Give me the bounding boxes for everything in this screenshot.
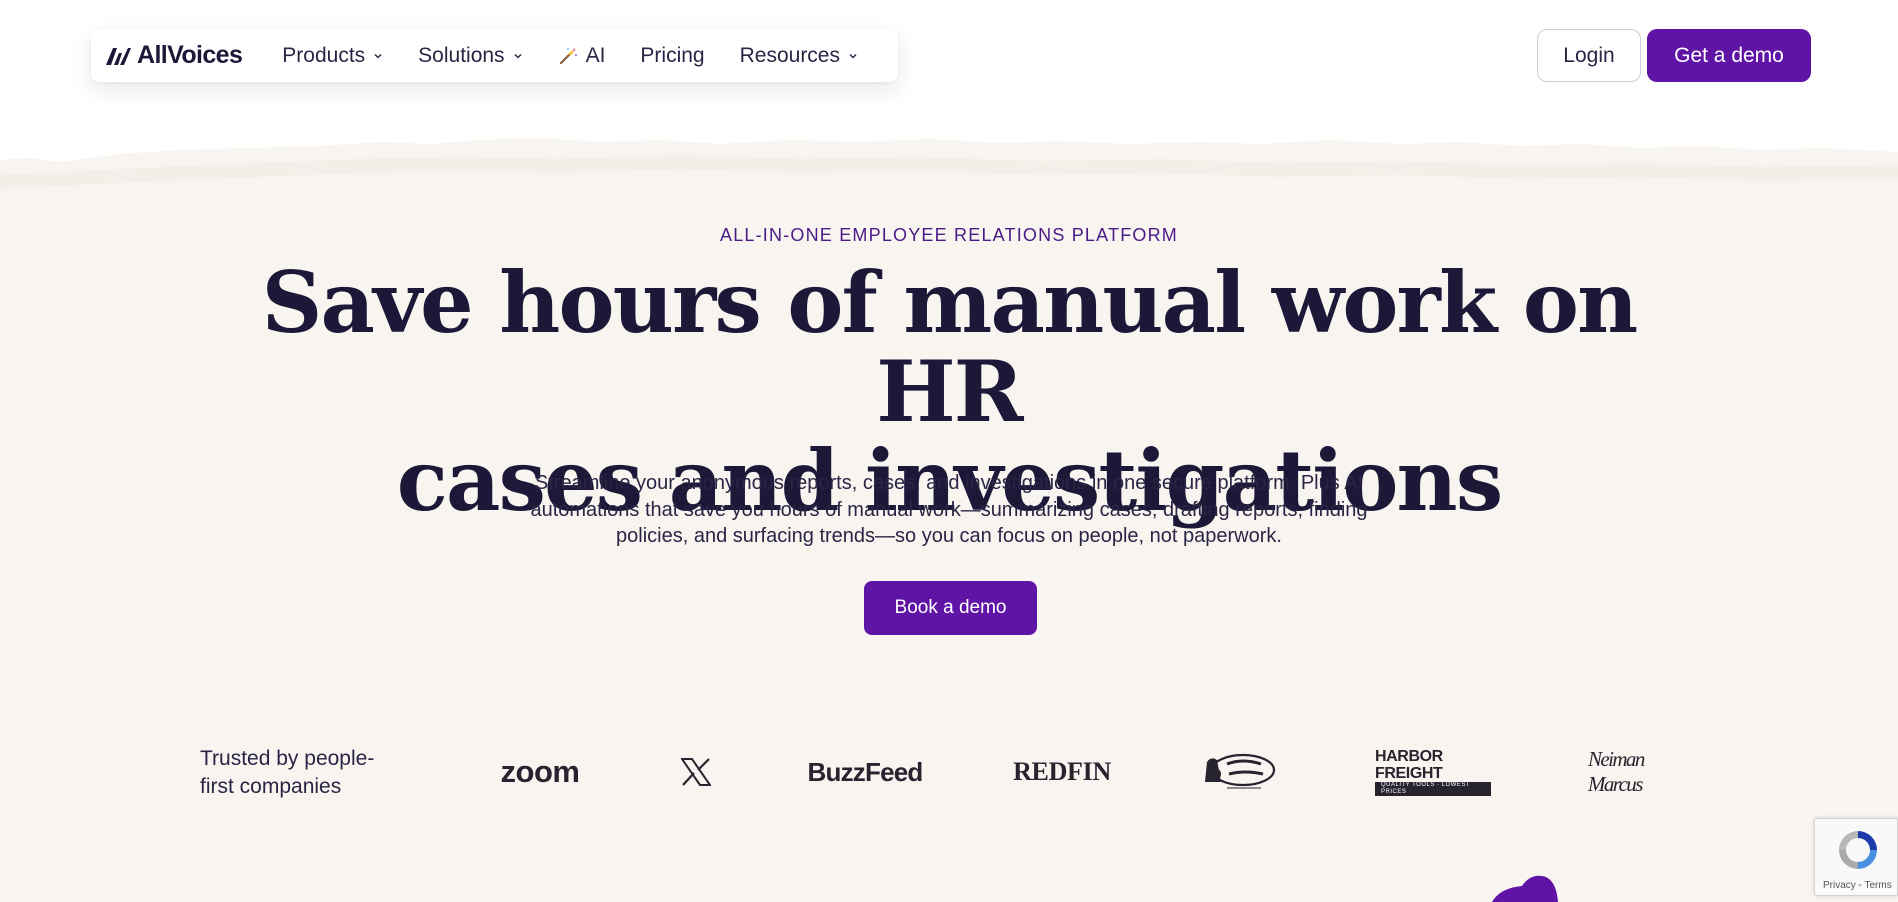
hero-subcopy-line-1: Streamline your anonymous reports, cases… [534,472,1364,494]
logo-text: AllVoices [137,41,243,69]
nav-pricing[interactable]: Pricing [640,44,704,68]
trusted-by-label: Trusted by people- first companies [200,745,400,801]
nav-solutions[interactable]: Solutions [418,44,522,68]
login-button[interactable]: Login [1537,29,1641,82]
chevron-down-icon [374,53,382,58]
magic-wand-icon [559,47,577,64]
x-logo-icon [681,758,711,786]
zoom-logo: zoom [500,754,580,789]
nav-ai[interactable]: AI [558,43,606,68]
harbor-freight-logo: HARBOR FREIGHT QUALITY TOOLS · LOWEST PR… [1375,748,1491,796]
harbor-freight-tagline: QUALITY TOOLS · LOWEST PRICES [1375,782,1491,796]
get-a-demo-button[interactable]: Get a demo [1647,29,1811,82]
nav-resources-label: Resources [739,43,840,67]
recaptcha-icon [1839,831,1877,869]
chevron-down-icon [849,53,857,58]
recaptcha-badge[interactable]: Privacy - Terms [1814,818,1898,896]
cracker-barrel-logo-icon [1205,753,1276,789]
main-navigation: AllVoices Products Solutions AI Pricing … [91,29,898,82]
decorative-blob-shape [1492,875,1558,902]
harbor-freight-wordmark: HARBOR FREIGHT [1375,748,1443,782]
hero-subcopy: Streamline your anonymous reports, cases… [500,470,1398,550]
buzzfeed-logo: BuzzFeed [807,756,924,787]
nav-ai-label: AI [585,43,606,67]
hero-headline-line-1: Save hours of manual work on HR [261,253,1639,441]
redfin-logo: REDFIN [1013,757,1111,786]
nav-pricing-label: Pricing [640,43,705,67]
hero-eyebrow: ALL-IN-ONE EMPLOYEE RELATIONS PLATFORM [719,225,1179,245]
x-logo [680,752,712,792]
hero-subcopy-line-3: policies, and surfacing trends—so you ca… [616,525,1282,547]
nav-products-label: Products [282,43,366,67]
hero-subcopy-line-2: automations that save you hours of manua… [530,498,1368,521]
nav-solutions-label: Solutions [418,43,505,67]
neiman-marcus-logo: Neiman Marcus [1588,747,1645,796]
book-a-demo-button[interactable]: Book a demo [864,581,1037,635]
nav-resources[interactable]: Resources [740,44,858,68]
trusted-by-line-2: first companies [200,775,342,798]
allvoices-logo[interactable]: AllVoices [105,41,243,70]
allvoices-logo-icon [106,47,131,65]
chevron-down-icon [514,53,522,58]
nav-products[interactable]: Products [282,44,383,68]
cracker-barrel-logo [1203,752,1277,792]
recaptcha-links[interactable]: Privacy - Terms [1823,880,1892,891]
trusted-by-line-1: Trusted by people- [200,747,375,770]
